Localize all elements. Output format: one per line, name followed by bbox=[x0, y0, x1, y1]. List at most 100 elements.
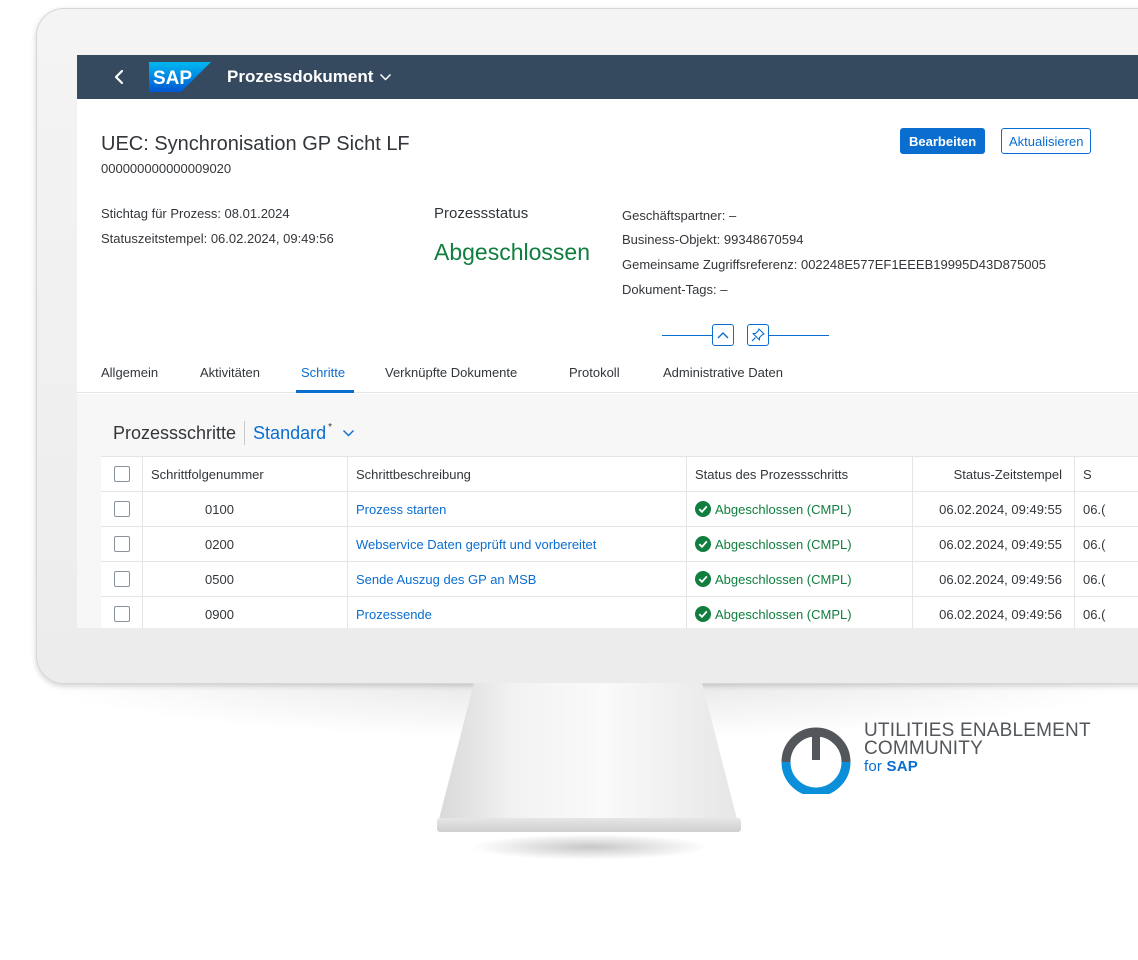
table-title: Prozessschritte bbox=[113, 422, 237, 443]
status-timestamp: Statuszeitstempel: 06.02.2024, 09:49:56 bbox=[101, 231, 334, 246]
uec-brand-text: UTILITIES ENABLEMENT COMMUNITY for SAP bbox=[864, 721, 1091, 775]
row-checkbox[interactable] bbox=[113, 606, 130, 622]
brand-line-2: COMMUNITY bbox=[864, 738, 983, 759]
screen: SAP Prozessdokument UEC: Synchronisation… bbox=[77, 55, 1138, 628]
document-id: 000000000000009020 bbox=[101, 161, 232, 176]
table-row[interactable]: 0200 Webservice Daten geprüft und vorber… bbox=[101, 527, 1138, 562]
process-status-value: Abgeschlossen bbox=[434, 239, 590, 265]
header-divider-left bbox=[662, 335, 712, 336]
table-row[interactable]: 0100 Prozess starten Abgeschlossen (CMPL… bbox=[101, 492, 1138, 527]
column-header[interactable]: Status-Zeitstempel bbox=[913, 457, 1075, 491]
step-status-cell: Abgeschlossen (CMPL) bbox=[687, 597, 913, 628]
edit-button[interactable]: Bearbeiten bbox=[900, 128, 986, 154]
pin-header-button[interactable] bbox=[747, 324, 769, 346]
tab-bar: Allgemein Aktivitäten Schritte Verknüpft… bbox=[77, 355, 1138, 393]
select-all-checkbox[interactable] bbox=[113, 466, 130, 482]
stand-shadow bbox=[470, 834, 710, 860]
app-title: Prozessdokument bbox=[227, 67, 374, 86]
column-header[interactable]: Schrittbeschreibung bbox=[348, 457, 687, 491]
table-header: Prozessschritte Standard * bbox=[113, 421, 355, 445]
app-title-menu[interactable]: Prozessdokument bbox=[227, 67, 392, 87]
tab-aktivitaeten[interactable]: Aktivitäten bbox=[200, 365, 260, 380]
step-number: 0900 bbox=[143, 597, 348, 628]
tab-allgemein[interactable]: Allgemein bbox=[101, 365, 158, 380]
active-tab-indicator bbox=[296, 390, 354, 393]
process-steps-table: Schrittfolgenummer Schrittbeschreibung S… bbox=[101, 456, 1138, 628]
monitor-stand bbox=[438, 683, 738, 823]
column-header[interactable]: S bbox=[1075, 457, 1138, 491]
chevron-down-icon bbox=[380, 73, 392, 81]
step-number: 0200 bbox=[143, 527, 348, 561]
step-description-link[interactable]: Sende Auszug des GP an MSB bbox=[356, 572, 536, 587]
row-checkbox[interactable] bbox=[113, 536, 130, 552]
table-row[interactable]: 0900 Prozessende Abgeschlossen (CMPL) 06… bbox=[101, 597, 1138, 628]
row-checkbox[interactable] bbox=[113, 501, 130, 517]
step-description-link[interactable]: Webservice Daten geprüft und vorbereitet bbox=[356, 537, 596, 552]
column-header[interactable]: Status des Prozessschritts bbox=[687, 457, 913, 491]
row-select-cell bbox=[101, 492, 143, 526]
status-indicator: Abgeschlossen (CMPL) bbox=[695, 571, 852, 587]
pin-icon bbox=[751, 328, 765, 342]
row-checkbox[interactable] bbox=[113, 571, 130, 587]
step-description-cell: Prozess starten bbox=[348, 492, 687, 526]
success-check-icon bbox=[695, 606, 711, 622]
document-tags: Dokument-Tags: – bbox=[622, 282, 728, 297]
business-partner: Geschäftspartner: – bbox=[622, 208, 737, 223]
page-title: UEC: Synchronisation GP Sicht LF bbox=[101, 133, 410, 155]
variant-name: Standard bbox=[253, 422, 327, 443]
step-description-link[interactable]: Prozess starten bbox=[356, 502, 446, 517]
status-indicator: Abgeschlossen (CMPL) bbox=[695, 606, 852, 622]
svg-text:SAP: SAP bbox=[153, 68, 192, 89]
title-separator bbox=[244, 421, 246, 445]
chevron-up-icon bbox=[717, 332, 729, 339]
tab-administrative-daten[interactable]: Administrative Daten bbox=[663, 365, 783, 380]
step-status-cell: Abgeschlossen (CMPL) bbox=[687, 562, 913, 596]
process-status-label: Prozessstatus bbox=[434, 205, 529, 222]
header-divider-right bbox=[769, 335, 829, 336]
monitor-stand-base bbox=[437, 818, 741, 832]
status-text: Abgeschlossen (CMPL) bbox=[715, 571, 852, 587]
tab-schritte[interactable]: Schritte bbox=[301, 365, 345, 380]
status-timestamp-cell: 06.02.2024, 09:49:56 bbox=[913, 562, 1075, 596]
status-indicator: Abgeschlossen (CMPL) bbox=[695, 536, 852, 552]
step-status-cell: Abgeschlossen (CMPL) bbox=[687, 527, 913, 561]
tab-protokoll[interactable]: Protokoll bbox=[569, 365, 620, 380]
truncated-cell: 06.( bbox=[1083, 606, 1106, 622]
truncated-cell: 06.( bbox=[1083, 536, 1106, 552]
step-status-cell: Abgeschlossen (CMPL) bbox=[687, 492, 913, 526]
status-timestamp-cell: 06.02.2024, 09:49:55 bbox=[913, 492, 1075, 526]
step-description-cell: Sende Auszug des GP an MSB bbox=[348, 562, 687, 596]
success-check-icon bbox=[695, 536, 711, 552]
success-check-icon bbox=[695, 501, 711, 517]
variant-selector[interactable]: Standard * bbox=[253, 421, 355, 444]
status-indicator: Abgeschlossen (CMPL) bbox=[695, 501, 852, 517]
status-timestamp-cell: 06.02.2024, 09:49:56 bbox=[913, 597, 1075, 628]
tab-verknuepfte-dokumente[interactable]: Verknüpfte Dokumente bbox=[385, 365, 517, 380]
step-description-cell: Prozessende bbox=[348, 597, 687, 628]
table-header-row: Schrittfolgenummer Schrittbeschreibung S… bbox=[101, 456, 1138, 492]
truncated-cell: 06.( bbox=[1083, 501, 1106, 517]
common-access-reference: Gemeinsame Zugriffsreferenz: 002248E577E… bbox=[622, 257, 1047, 272]
status-text: Abgeschlossen (CMPL) bbox=[715, 501, 852, 517]
step-description-cell: Webservice Daten geprüft und vorbereitet bbox=[348, 527, 687, 561]
brand-line-3: for SAP bbox=[864, 758, 918, 775]
step-number: 0100 bbox=[143, 492, 348, 526]
status-timestamp-cell: 06.02.2024, 09:49:55 bbox=[913, 527, 1075, 561]
variant-modified-marker: * bbox=[328, 421, 333, 433]
chevron-down-icon bbox=[343, 429, 355, 436]
column-header[interactable]: Schrittfolgenummer bbox=[143, 457, 348, 491]
status-text: Abgeschlossen (CMPL) bbox=[715, 536, 852, 552]
key-date: Stichtag für Prozess: 08.01.2024 bbox=[101, 206, 290, 221]
success-check-icon bbox=[695, 571, 711, 587]
collapse-header-button[interactable] bbox=[712, 324, 734, 346]
back-button[interactable] bbox=[99, 55, 139, 99]
truncated-cell: 06.( bbox=[1083, 571, 1106, 587]
step-description-link[interactable]: Prozessende bbox=[356, 607, 432, 622]
chevron-left-icon bbox=[114, 69, 124, 85]
status-text: Abgeschlossen (CMPL) bbox=[715, 606, 852, 622]
refresh-button[interactable]: Aktualisieren bbox=[1001, 128, 1092, 154]
table-row[interactable]: 0500 Sende Auszug des GP an MSB Abgeschl… bbox=[101, 562, 1138, 597]
select-all-cell bbox=[101, 457, 143, 491]
step-number: 0500 bbox=[143, 562, 348, 596]
row-select-cell bbox=[101, 597, 143, 628]
